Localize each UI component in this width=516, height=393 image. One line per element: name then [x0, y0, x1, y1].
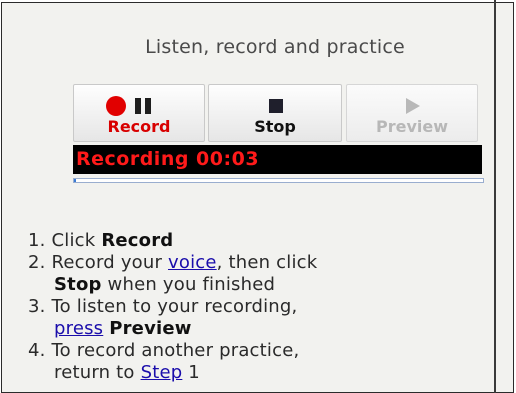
record-button[interactable]: Record — [73, 84, 205, 142]
preview-button-label: Preview — [375, 117, 448, 136]
recording-progress — [73, 178, 484, 183]
step-1: 1. Click Record — [28, 230, 174, 251]
voice-link[interactable]: voice — [168, 252, 217, 273]
step-link[interactable]: Step — [141, 362, 183, 383]
step-4: 4. To record another practice, return to… — [28, 340, 300, 383]
step-2: 2. Record your voice, then click Stop wh… — [28, 252, 318, 295]
stop-button[interactable]: Stop — [208, 84, 342, 142]
stop-button-label: Stop — [254, 117, 296, 136]
record-dot-icon — [106, 96, 126, 116]
press-link[interactable]: press — [54, 318, 103, 339]
frame-divider — [494, 0, 496, 393]
stop-square-icon — [269, 99, 283, 113]
recording-progress-fill — [74, 179, 77, 182]
instructions-list: 1. Click Record 2. Record your voice, th… — [28, 230, 498, 384]
panel-title: Listen, record and practice — [145, 36, 405, 58]
step-3: 3. To listen to your recording, press Pr… — [28, 296, 298, 339]
preview-button[interactable]: Preview — [346, 84, 478, 142]
play-icon — [406, 98, 420, 114]
recorder-panel: Listen, record and practice Record Stop … — [1, 2, 514, 393]
record-button-label: Record — [107, 117, 171, 136]
recording-status: Recording 00:03 — [73, 145, 482, 174]
